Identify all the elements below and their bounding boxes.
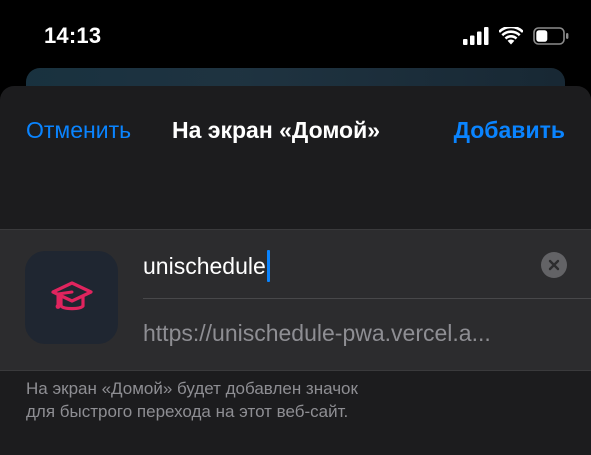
text-caret (266, 250, 270, 282)
battery-icon (533, 27, 569, 45)
wifi-icon (499, 27, 523, 45)
cancel-button[interactable]: Отменить (26, 117, 131, 144)
close-icon (548, 259, 560, 271)
add-to-home-sheet: Отменить На экран «Домой» Добавить unisc… (0, 86, 591, 455)
bookmark-form-group: unischedule https://unischedule-pwa.verc… (0, 229, 591, 371)
name-field-row: unischedule (143, 230, 591, 299)
footnote-line-2: для быстрого перехода на этот веб-сайт. (26, 402, 349, 421)
status-icons (463, 24, 569, 48)
screen: 14:13 Отменить На экран «Домой» Добавить (0, 0, 591, 455)
graduation-cap-icon (50, 280, 93, 310)
sheet-nav-bar: Отменить На экран «Домой» Добавить (0, 86, 591, 174)
name-field-value: unischedule (143, 252, 266, 279)
sheet-title: На экран «Домой» (172, 117, 381, 143)
footnote-line-1: На экран «Домой» будет добавлен значок (26, 379, 358, 398)
add-button[interactable]: Добавить (454, 117, 565, 144)
name-field[interactable]: unischedule (143, 250, 270, 282)
clear-text-button[interactable] (541, 252, 567, 278)
app-icon-preview (25, 251, 118, 344)
url-text: https://unischedule-pwa.vercel.a... (143, 320, 491, 346)
status-time: 14:13 (44, 23, 102, 48)
cellular-signal-icon (463, 27, 489, 45)
footnote: На экран «Домой» будет добавлен значок д… (26, 377, 566, 423)
url-row: https://unischedule-pwa.vercel.a... (143, 299, 573, 369)
